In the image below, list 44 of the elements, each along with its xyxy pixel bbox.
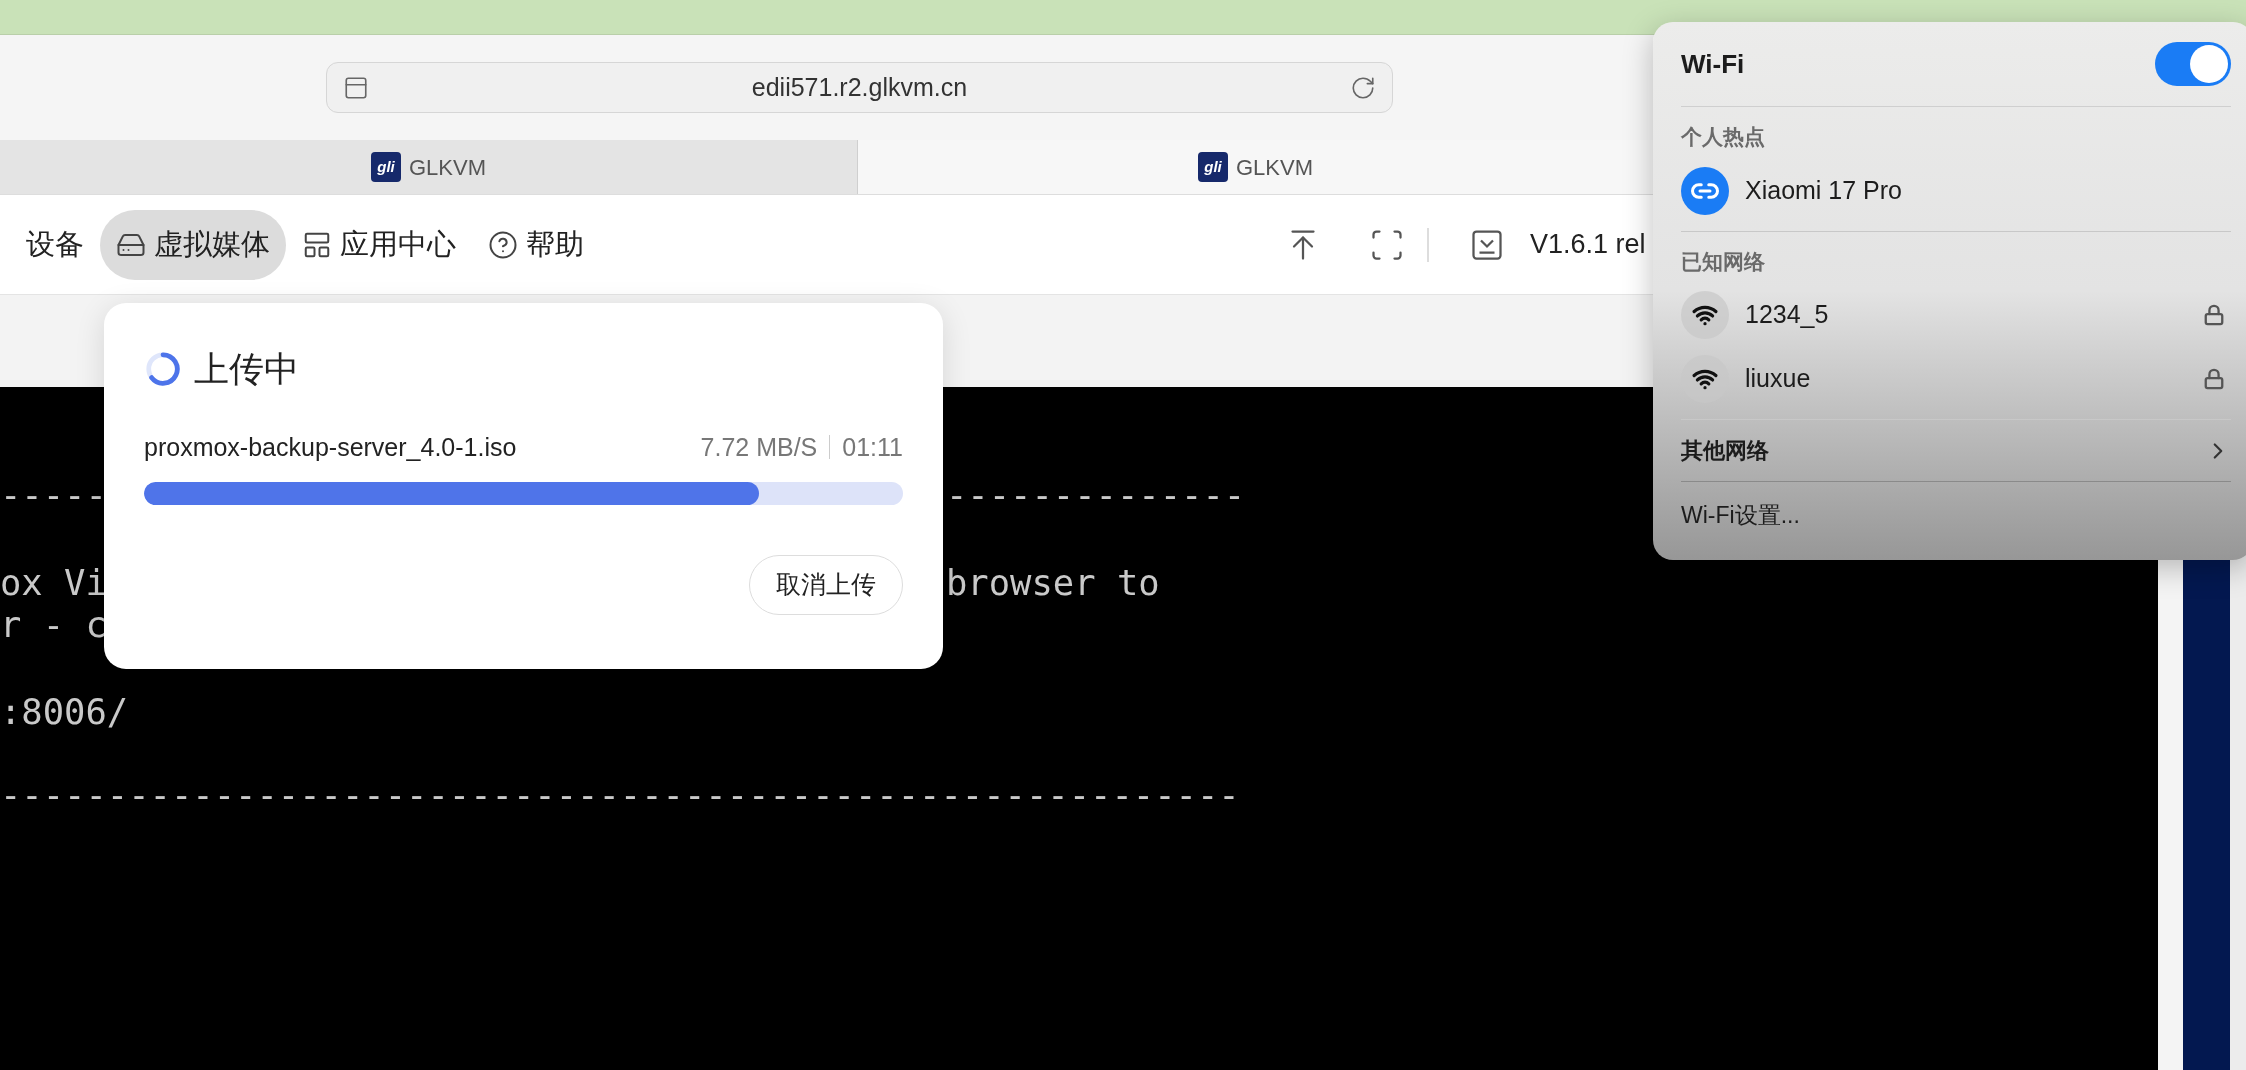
other-networks-item[interactable]: 其他网络 (1681, 420, 2231, 482)
terminal-text: ----- (0, 474, 107, 516)
tab-title: GLKVM (409, 153, 486, 182)
terminal-text: ox Vi (0, 562, 107, 604)
network-item[interactable]: 1234_5 (1681, 283, 2231, 347)
tab-overview-icon[interactable] (343, 74, 369, 101)
address-text: edii571.r2.glkvm.cn (750, 71, 969, 103)
network-name: Xiaomi 17 Pro (1745, 174, 1904, 206)
terminal-text: browser to (946, 562, 1160, 604)
toolbar-tab[interactable]: 虚拟媒体 (100, 209, 286, 280)
version-label: V1.6.1 rel (1530, 228, 1647, 262)
browser-tab[interactable]: gli GLKVM (858, 140, 1653, 194)
wifi-icon (1681, 291, 1729, 339)
network-name: 1234_5 (1745, 299, 1830, 331)
wifi-toggle[interactable] (2155, 42, 2231, 86)
time-remaining: 01:11 (842, 431, 903, 463)
help-icon (488, 229, 518, 260)
toolbar-tab[interactable]: 设备 (26, 209, 100, 280)
site-logo: gli (1198, 152, 1228, 182)
terminal-text: r - c (0, 604, 107, 646)
network-name: liuxue (1745, 363, 1812, 395)
reload-icon[interactable] (1350, 74, 1376, 101)
terminal-text: :8006/ (0, 691, 129, 733)
other-networks-label: 其他网络 (1681, 437, 1769, 465)
tab-title: GLKVM (1236, 153, 1313, 182)
wifi-settings-link[interactable]: Wi-Fi设置... (1681, 498, 2231, 533)
toolbar-tab[interactable]: 应用中心 (286, 209, 472, 280)
dialog-title: 上传中 (194, 348, 299, 390)
file-name: proxmox-backup-server_4.0-1.iso (144, 431, 518, 463)
wifi-title: Wi-Fi (1681, 47, 1745, 81)
upload-speed: 7.72 MB/S (700, 431, 818, 463)
terminal-text: -------------- (946, 474, 1246, 516)
section-heading: 个人热点 (1681, 124, 1766, 150)
toolbar-tab[interactable]: 帮助 (472, 209, 600, 280)
address-bar[interactable]: edii571.r2.glkvm.cn (326, 62, 1393, 113)
browser-tab[interactable]: gli GLKVM (0, 140, 858, 194)
network-item[interactable]: Xiaomi 17 Pro (1681, 158, 2231, 223)
section-heading: 已知网络 (1681, 248, 1766, 275)
network-item[interactable]: liuxue (1681, 347, 2231, 411)
cancel-upload-button[interactable]: 取消上传 (749, 555, 903, 615)
hotspot-icon (1681, 166, 1729, 215)
terminal-text: ---------------------------------------------------------- (0, 774, 1240, 816)
site-logo: gli (371, 152, 401, 182)
spinner-icon (144, 350, 182, 389)
